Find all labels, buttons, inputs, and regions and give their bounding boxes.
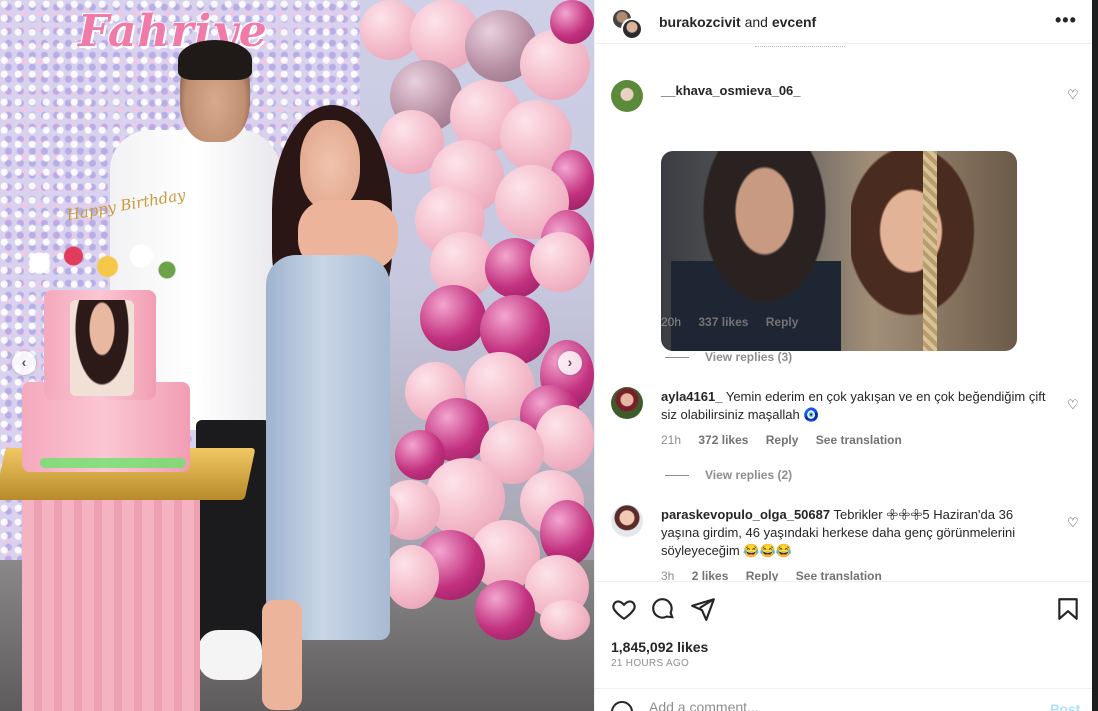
post-actions: 1,845,092 likes 21 HOURS AGO Post bbox=[595, 581, 1093, 711]
gif-rope bbox=[923, 151, 937, 351]
author-link[interactable]: burakozcivit bbox=[659, 14, 741, 30]
bookmark-icon bbox=[1058, 598, 1078, 620]
man-shoe bbox=[198, 630, 262, 680]
share-button[interactable] bbox=[690, 596, 716, 622]
save-button[interactable] bbox=[1055, 596, 1081, 622]
post-photo[interactable]: Fahriye Happy Birthday ‹ › bbox=[0, 0, 594, 711]
reply-button[interactable]: Reply bbox=[766, 315, 799, 329]
comment-input[interactable] bbox=[649, 699, 1029, 711]
comment-meta: 3h 2 likes Reply See translation bbox=[661, 569, 896, 581]
view-replies-button[interactable]: View replies (3) bbox=[665, 350, 792, 364]
comment-meta: 21h 372 likes Reply See translation bbox=[661, 433, 916, 447]
avatar[interactable] bbox=[621, 18, 643, 40]
chevron-right-icon: › bbox=[567, 354, 573, 370]
more-horizontal-icon: ••• bbox=[1055, 10, 1077, 30]
post-authors: burakozcivit and evcenf bbox=[659, 14, 816, 30]
comment-time[interactable]: 21h bbox=[661, 433, 681, 447]
heart-icon: ♡ bbox=[1067, 397, 1079, 412]
post-timestamp[interactable]: 21 HOURS AGO bbox=[611, 658, 689, 669]
replies-divider bbox=[665, 357, 689, 359]
heart-icon: ♡ bbox=[1067, 515, 1079, 530]
comment-meta: 20h 337 likes Reply bbox=[661, 315, 812, 329]
comment-username[interactable]: ayla4161_ bbox=[661, 389, 722, 404]
post-header: burakozcivit and evcenf ••• bbox=[595, 0, 1093, 44]
reply-button[interactable]: Reply bbox=[766, 433, 799, 447]
man-hair bbox=[178, 40, 252, 80]
view-replies-label: View replies (3) bbox=[705, 350, 793, 364]
comment-like-button[interactable]: ♡ bbox=[1067, 87, 1079, 103]
comment-icon bbox=[652, 598, 674, 619]
heart-icon bbox=[612, 600, 636, 621]
laughing-emoji: 😂😂😂 bbox=[743, 543, 792, 558]
cake-light bbox=[40, 458, 186, 468]
author-link[interactable]: evcenf bbox=[772, 14, 816, 30]
see-translation-button[interactable]: See translation bbox=[816, 433, 902, 447]
reply-button[interactable]: Reply bbox=[746, 569, 779, 581]
clipped-caption bbox=[755, 45, 845, 47]
emoji-icon[interactable] bbox=[611, 701, 633, 711]
replies-divider bbox=[665, 475, 689, 477]
woman-leg bbox=[262, 600, 302, 710]
author-joiner: and bbox=[744, 14, 768, 30]
collab-avatars[interactable] bbox=[611, 8, 643, 40]
avatar[interactable] bbox=[611, 505, 643, 537]
comment-time[interactable]: 20h bbox=[661, 315, 681, 329]
chevron-left-icon: ‹ bbox=[21, 354, 27, 370]
woman-denim-dress bbox=[266, 255, 390, 640]
avatar[interactable] bbox=[611, 387, 643, 419]
post-details-panel: burakozcivit and evcenf ••• __khava_osmi… bbox=[594, 0, 1093, 711]
cake-pedestal bbox=[22, 495, 200, 711]
more-options-button[interactable]: ••• bbox=[1055, 10, 1077, 31]
view-replies-button[interactable]: View replies (2) bbox=[665, 468, 792, 482]
cake-photo-print bbox=[70, 300, 134, 396]
comment-username[interactable]: paraskevopulo_olga_50687 bbox=[661, 507, 830, 522]
see-translation-button[interactable]: See translation bbox=[796, 569, 882, 581]
carousel-next-button[interactable]: › bbox=[558, 351, 582, 375]
heart-icon: ♡ bbox=[1067, 87, 1079, 102]
comment-like-button[interactable]: ♡ bbox=[1067, 515, 1079, 531]
carousel-prev-button[interactable]: ‹ bbox=[12, 351, 36, 375]
comment-button[interactable] bbox=[650, 596, 676, 622]
likes-count[interactable]: 1,845,092 likes bbox=[611, 639, 708, 655]
add-comment-bar: Post bbox=[595, 688, 1093, 711]
view-replies-label: View replies (2) bbox=[705, 468, 793, 482]
background-page-edge bbox=[1092, 0, 1098, 711]
cake-flowers bbox=[14, 228, 184, 298]
comment-username[interactable]: __khava_osmieva_06_ bbox=[661, 83, 801, 98]
send-icon bbox=[691, 598, 715, 621]
post-comment-button[interactable]: Post bbox=[1050, 701, 1080, 711]
nazar-emoji: 🧿 bbox=[803, 407, 820, 422]
comments-list[interactable]: __khava_osmieva_06_ ♡ 20h 337 likes Repl… bbox=[595, 45, 1093, 581]
avatar[interactable] bbox=[611, 80, 643, 112]
comment-likes[interactable]: 337 likes bbox=[698, 315, 748, 329]
comment-time[interactable]: 3h bbox=[661, 569, 674, 581]
woman-face bbox=[300, 120, 360, 210]
comment-likes[interactable]: 372 likes bbox=[698, 433, 748, 447]
comment-like-button[interactable]: ♡ bbox=[1067, 397, 1079, 413]
like-button[interactable] bbox=[611, 596, 637, 622]
comment-likes[interactable]: 2 likes bbox=[692, 569, 729, 581]
